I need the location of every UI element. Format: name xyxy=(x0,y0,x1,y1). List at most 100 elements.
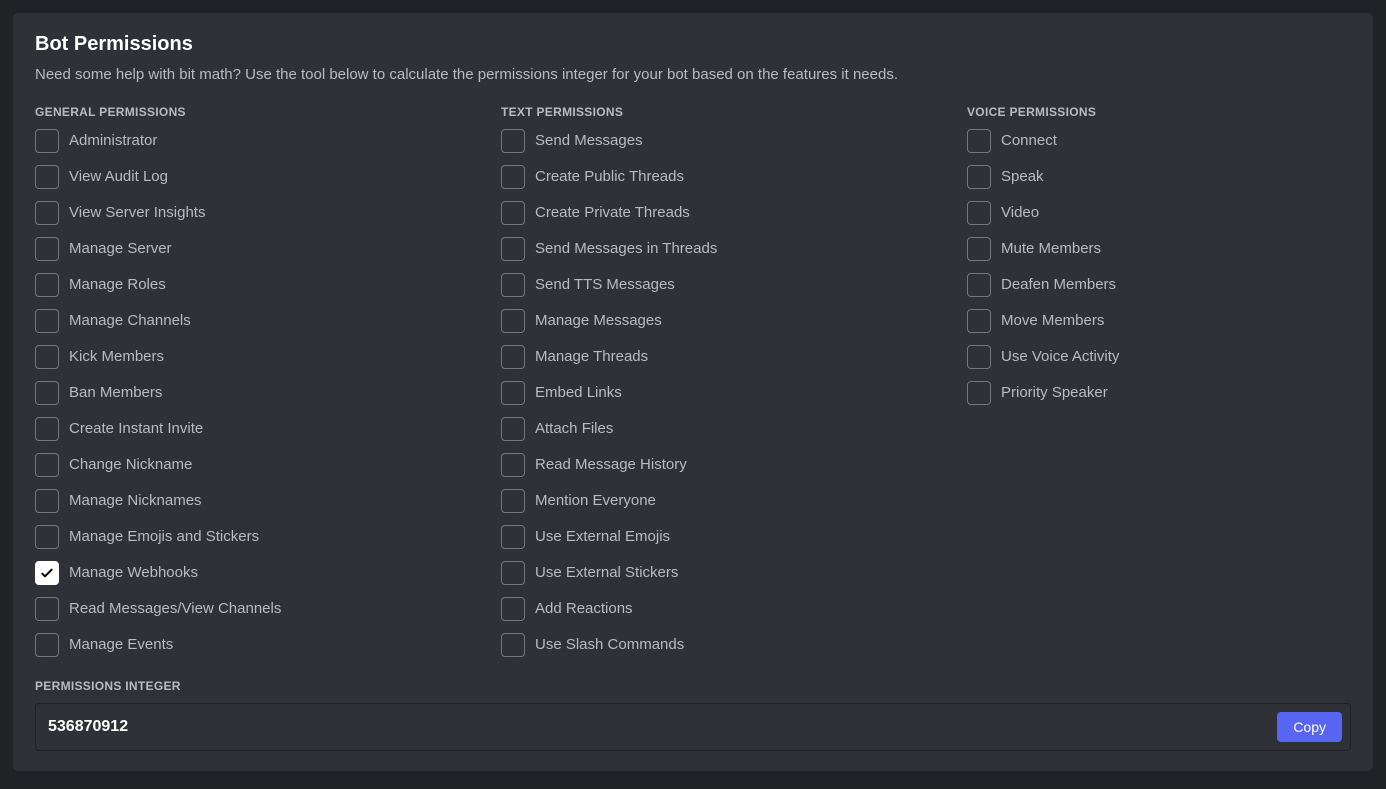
permission-read-message-history[interactable]: Read Message History xyxy=(501,453,947,477)
permission-mention-everyone[interactable]: Mention Everyone xyxy=(501,489,947,513)
checkbox-attach-files[interactable] xyxy=(501,417,525,441)
permission-connect[interactable]: Connect xyxy=(967,129,1351,153)
permission-use-slash-commands[interactable]: Use Slash Commands xyxy=(501,633,947,657)
permissions-integer-section: Permissions Integer 536870912 Copy xyxy=(35,679,1351,751)
checkbox-manage-events[interactable] xyxy=(35,633,59,657)
checkbox-manage-server[interactable] xyxy=(35,237,59,261)
permission-send-tts-messages[interactable]: Send TTS Messages xyxy=(501,273,947,297)
permission-label: Manage Channels xyxy=(69,312,191,330)
permission-label: Use Voice Activity xyxy=(1001,348,1119,366)
checkbox-ban-members[interactable] xyxy=(35,381,59,405)
checkbox-use-voice-activity[interactable] xyxy=(967,345,991,369)
checkbox-read-messages-view-channels[interactable] xyxy=(35,597,59,621)
checkbox-manage-nicknames[interactable] xyxy=(35,489,59,513)
permission-manage-messages[interactable]: Manage Messages xyxy=(501,309,947,333)
checkbox-move-members[interactable] xyxy=(967,309,991,333)
checkbox-manage-roles[interactable] xyxy=(35,273,59,297)
checkbox-send-messages-in-threads[interactable] xyxy=(501,237,525,261)
checkbox-add-reactions[interactable] xyxy=(501,597,525,621)
permission-manage-roles[interactable]: Manage Roles xyxy=(35,273,481,297)
checkbox-manage-webhooks[interactable] xyxy=(35,561,59,585)
panel-title: Bot Permissions xyxy=(35,33,1351,56)
voice-permissions-header: Voice Permissions xyxy=(967,105,1351,119)
permission-label: Use External Stickers xyxy=(535,564,678,582)
permission-add-reactions[interactable]: Add Reactions xyxy=(501,597,947,621)
permission-mute-members[interactable]: Mute Members xyxy=(967,237,1351,261)
permission-administrator[interactable]: Administrator xyxy=(35,129,481,153)
checkbox-administrator[interactable] xyxy=(35,129,59,153)
permission-manage-emojis-and-stickers[interactable]: Manage Emojis and Stickers xyxy=(35,525,481,549)
checkbox-view-server-insights[interactable] xyxy=(35,201,59,225)
checkbox-priority-speaker[interactable] xyxy=(967,381,991,405)
permission-video[interactable]: Video xyxy=(967,201,1351,225)
checkbox-create-instant-invite[interactable] xyxy=(35,417,59,441)
bot-permissions-panel: Bot Permissions Need some help with bit … xyxy=(12,12,1374,772)
permission-label: View Audit Log xyxy=(69,168,168,186)
checkbox-deafen-members[interactable] xyxy=(967,273,991,297)
permission-manage-server[interactable]: Manage Server xyxy=(35,237,481,261)
checkbox-view-audit-log[interactable] xyxy=(35,165,59,189)
permission-change-nickname[interactable]: Change Nickname xyxy=(35,453,481,477)
checkbox-manage-emojis-and-stickers[interactable] xyxy=(35,525,59,549)
permission-ban-members[interactable]: Ban Members xyxy=(35,381,481,405)
permission-view-audit-log[interactable]: View Audit Log xyxy=(35,165,481,189)
permission-attach-files[interactable]: Attach Files xyxy=(501,417,947,441)
checkbox-use-slash-commands[interactable] xyxy=(501,633,525,657)
checkbox-change-nickname[interactable] xyxy=(35,453,59,477)
checkbox-speak[interactable] xyxy=(967,165,991,189)
checkbox-manage-messages[interactable] xyxy=(501,309,525,333)
permission-label: Administrator xyxy=(69,132,157,150)
permission-label: Create Public Threads xyxy=(535,168,684,186)
checkbox-use-external-stickers[interactable] xyxy=(501,561,525,585)
checkbox-manage-channels[interactable] xyxy=(35,309,59,333)
permission-manage-events[interactable]: Manage Events xyxy=(35,633,481,657)
copy-button[interactable]: Copy xyxy=(1277,712,1342,742)
checkbox-mute-members[interactable] xyxy=(967,237,991,261)
permission-use-voice-activity[interactable]: Use Voice Activity xyxy=(967,345,1351,369)
permission-embed-links[interactable]: Embed Links xyxy=(501,381,947,405)
permission-label: Send Messages xyxy=(535,132,643,150)
checkbox-send-messages[interactable] xyxy=(501,129,525,153)
checkbox-video[interactable] xyxy=(967,201,991,225)
permissions-columns: General Permissions Administrator View Au… xyxy=(35,105,1351,657)
permission-label: Kick Members xyxy=(69,348,164,366)
permission-label: Mention Everyone xyxy=(535,492,656,510)
checkbox-manage-threads[interactable] xyxy=(501,345,525,369)
permission-deafen-members[interactable]: Deafen Members xyxy=(967,273,1351,297)
permission-manage-channels[interactable]: Manage Channels xyxy=(35,309,481,333)
permission-manage-webhooks[interactable]: Manage Webhooks xyxy=(35,561,481,585)
permission-priority-speaker[interactable]: Priority Speaker xyxy=(967,381,1351,405)
checkbox-connect[interactable] xyxy=(967,129,991,153)
general-permissions-header: General Permissions xyxy=(35,105,481,119)
checkbox-mention-everyone[interactable] xyxy=(501,489,525,513)
checkbox-read-message-history[interactable] xyxy=(501,453,525,477)
permission-label: Read Messages/View Channels xyxy=(69,600,281,618)
permission-kick-members[interactable]: Kick Members xyxy=(35,345,481,369)
permission-create-instant-invite[interactable]: Create Instant Invite xyxy=(35,417,481,441)
permission-send-messages[interactable]: Send Messages xyxy=(501,129,947,153)
permission-create-public-threads[interactable]: Create Public Threads xyxy=(501,165,947,189)
permission-label: Read Message History xyxy=(535,456,687,474)
permission-move-members[interactable]: Move Members xyxy=(967,309,1351,333)
permission-view-server-insights[interactable]: View Server Insights xyxy=(35,201,481,225)
checkbox-embed-links[interactable] xyxy=(501,381,525,405)
checkbox-create-private-threads[interactable] xyxy=(501,201,525,225)
permission-manage-nicknames[interactable]: Manage Nicknames xyxy=(35,489,481,513)
checkbox-create-public-threads[interactable] xyxy=(501,165,525,189)
permission-speak[interactable]: Speak xyxy=(967,165,1351,189)
general-permissions-list: Administrator View Audit Log View Server I… xyxy=(35,129,481,657)
permission-label: Manage Emojis and Stickers xyxy=(69,528,259,546)
checkbox-use-external-emojis[interactable] xyxy=(501,525,525,549)
checkbox-kick-members[interactable] xyxy=(35,345,59,369)
permission-label: Manage Webhooks xyxy=(69,564,198,582)
permission-create-private-threads[interactable]: Create Private Threads xyxy=(501,201,947,225)
text-permissions-list: Send Messages Create Public Threads Create… xyxy=(501,129,947,657)
checkbox-send-tts-messages[interactable] xyxy=(501,273,525,297)
permission-use-external-emojis[interactable]: Use External Emojis xyxy=(501,525,947,549)
permission-label: Create Private Threads xyxy=(535,204,690,222)
permissions-integer-value[interactable]: 536870912 xyxy=(48,718,1277,736)
permission-manage-threads[interactable]: Manage Threads xyxy=(501,345,947,369)
permission-use-external-stickers[interactable]: Use External Stickers xyxy=(501,561,947,585)
permission-send-messages-in-threads[interactable]: Send Messages in Threads xyxy=(501,237,947,261)
permission-read-messages-view-channels[interactable]: Read Messages/View Channels xyxy=(35,597,481,621)
